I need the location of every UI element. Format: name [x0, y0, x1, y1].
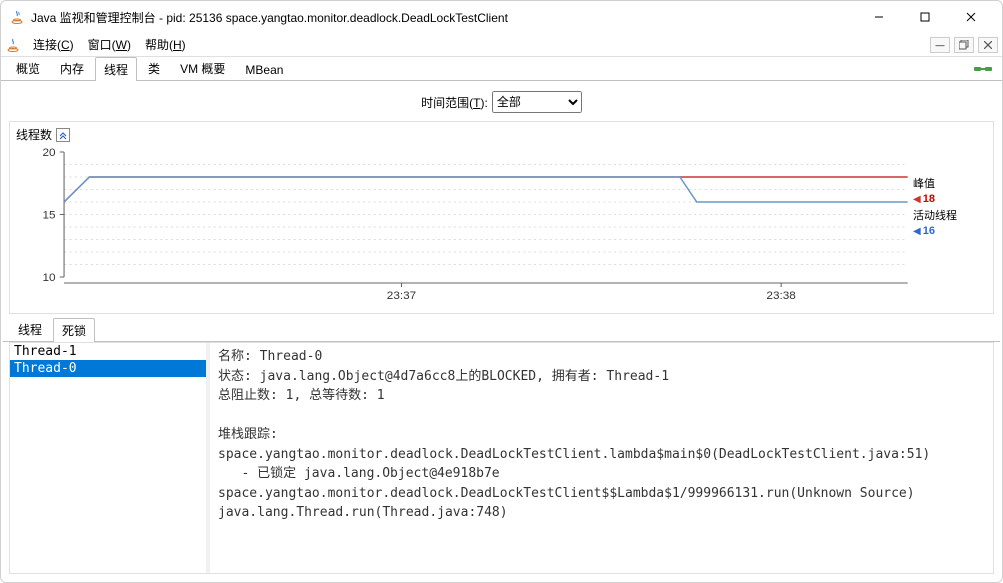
java-icon-small — [5, 37, 21, 53]
tab-vm[interactable]: VM 概要 — [171, 56, 234, 80]
menubar: 连接(C) 窗口(W) 帮助(H) — — [1, 33, 1002, 57]
svg-text:23:38: 23:38 — [766, 290, 795, 302]
svg-text:10: 10 — [42, 272, 55, 284]
main-window: Java 监视和管理控制台 - pid: 25136 space.yangtao… — [0, 0, 1003, 583]
main-tabbar: 概览 内存 线程 类 VM 概要 MBean — [1, 57, 1002, 81]
triangle-left-icon: ◀ — [913, 226, 921, 237]
svg-text:23:37: 23:37 — [387, 290, 416, 302]
timerange-row: 时间范围(T): 全部 — [3, 83, 1000, 121]
chart-body: 10152023:3723:38 峰值 ◀ 18 活动线程 ◀ 1 — [16, 147, 987, 307]
menu-window[interactable]: 窗口(W) — [82, 34, 137, 55]
menu-help[interactable]: 帮助(H) — [139, 34, 192, 55]
connection-status-icon — [974, 60, 992, 81]
deadlock-panel: Thread-1Thread-0 名称: Thread-0 状态: java.l… — [9, 342, 994, 574]
lower-tab-threads[interactable]: 线程 — [9, 317, 51, 341]
timerange-select[interactable]: 全部 — [492, 91, 582, 113]
java-icon — [9, 9, 25, 25]
legend-peak-value: 18 — [923, 193, 935, 205]
deadlock-thread-list[interactable]: Thread-1Thread-0 — [10, 343, 210, 573]
tab-threads[interactable]: 线程 — [95, 57, 137, 81]
window-title: Java 监视和管理控制台 - pid: 25136 space.yangtao… — [31, 9, 856, 26]
internal-restore-button[interactable] — [954, 37, 974, 53]
window-buttons — [856, 3, 994, 31]
legend-live-label: 活动线程 — [913, 207, 957, 223]
thread-detail: 名称: Thread-0 状态: java.lang.Object@4d7a6c… — [210, 343, 993, 573]
lower-tab-deadlock[interactable]: 死锁 — [53, 318, 95, 342]
thread-list-item[interactable]: Thread-1 — [10, 343, 206, 360]
minimize-button[interactable] — [856, 3, 902, 31]
legend-peak-value-row: ◀ 18 — [913, 193, 987, 205]
lower-tabbar: 线程 死锁 — [3, 320, 1000, 342]
tab-mbean[interactable]: MBean — [236, 59, 292, 80]
legend-peak-label: 峰值 — [913, 175, 935, 191]
svg-text:20: 20 — [42, 147, 55, 159]
thread-chart-section: 线程数 10 15 20 23:37 23:38 峰值 ◀ 18 — [9, 121, 994, 314]
tab-classes[interactable]: 类 — [139, 56, 169, 80]
legend-live-value: 16 — [923, 225, 935, 237]
titlebar: Java 监视和管理控制台 - pid: 25136 space.yangtao… — [1, 1, 1002, 33]
menu-connect[interactable]: 连接(C) — [27, 34, 80, 55]
chart-title: 线程数 — [16, 126, 52, 143]
legend-peak: 峰值 — [913, 175, 987, 191]
thread-list-item[interactable]: Thread-0 — [10, 360, 206, 377]
svg-text:15: 15 — [42, 210, 55, 222]
maximize-button[interactable] — [902, 3, 948, 31]
chart-legend: 峰值 ◀ 18 活动线程 ◀ 16 — [913, 147, 987, 307]
internal-close-button[interactable] — [978, 37, 998, 53]
tab-overview[interactable]: 概览 — [7, 56, 49, 80]
internal-minimize-button[interactable]: — — [930, 37, 950, 53]
chart-canvas: 10 15 20 23:37 23:38 — [16, 147, 913, 307]
threads-panel: 时间范围(T): 全部 线程数 10 15 20 23:37 23:38 峰值 — [1, 81, 1002, 582]
chart-collapse-icon[interactable] — [56, 128, 70, 142]
legend-live: 活动线程 — [913, 207, 987, 223]
chart-header: 线程数 — [16, 124, 987, 147]
timerange-label: 时间范围(T): — [421, 94, 488, 111]
close-button[interactable] — [948, 3, 994, 31]
triangle-left-icon: ◀ — [913, 194, 921, 205]
legend-live-value-row: ◀ 16 — [913, 225, 987, 237]
tab-memory[interactable]: 内存 — [51, 56, 93, 80]
